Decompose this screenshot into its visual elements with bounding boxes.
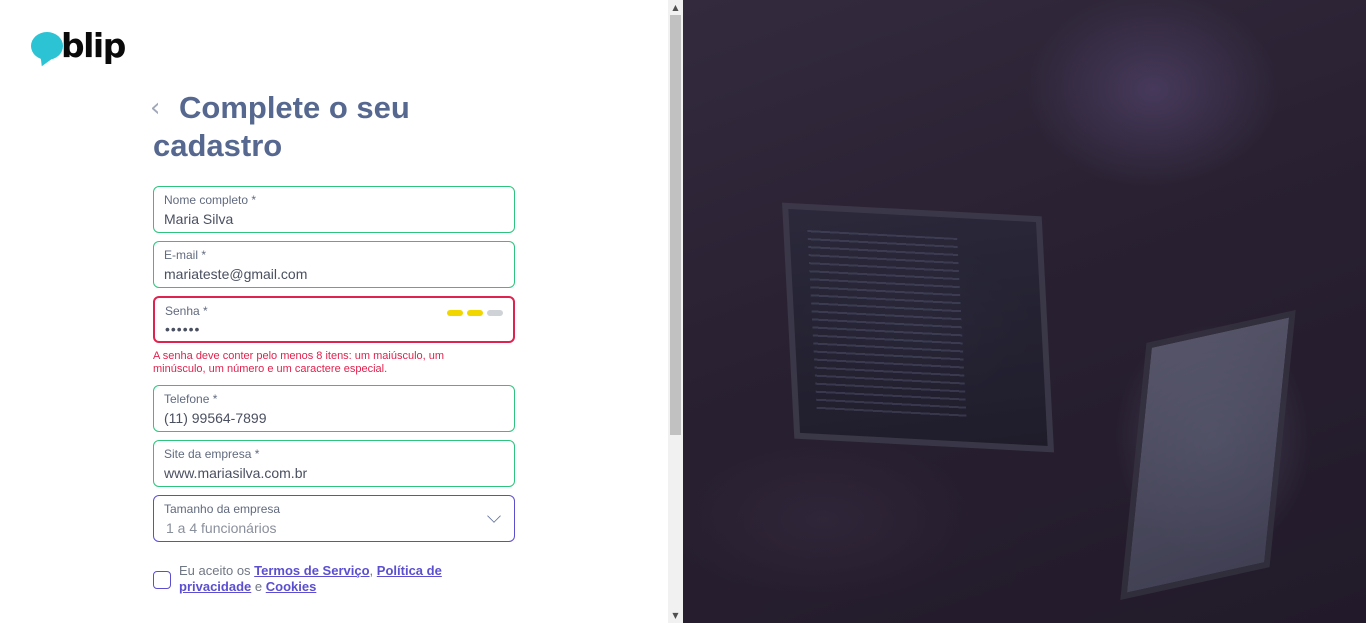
password-input[interactable]: ••••••	[165, 321, 200, 337]
company-size-label: Tamanho da empresa	[164, 502, 281, 516]
scroll-down-arrow-icon[interactable]: ▼	[668, 608, 683, 623]
phone-field[interactable]: Telefone * (11) 99564-7899	[153, 385, 515, 432]
cookies-link[interactable]: Cookies	[266, 579, 317, 594]
phone-label: Telefone *	[164, 392, 218, 406]
strength-segment-1	[447, 310, 463, 316]
terms-of-service-link[interactable]: Termos de Serviço	[254, 563, 369, 578]
company-size-value[interactable]: 1 a 4 funcionários	[166, 520, 277, 536]
logo-text: blip	[61, 26, 126, 65]
email-field[interactable]: E-mail * mariateste@gmail.com	[153, 241, 515, 288]
company-size-select[interactable]: Tamanho da empresa 1 a 4 funcionários	[153, 495, 515, 542]
phone-input[interactable]: (11) 99564-7899	[164, 410, 266, 426]
form-panel: blip ‹ Complete o seu cadastro Nome comp…	[0, 0, 668, 623]
password-field[interactable]: Senha * ••••••	[153, 296, 515, 343]
image-overlay	[683, 0, 1366, 623]
password-strength-meter	[447, 310, 503, 316]
email-label: E-mail *	[164, 248, 207, 262]
full-name-field[interactable]: Nome completo * Maria Silva	[153, 186, 515, 233]
chevron-down-icon[interactable]	[487, 509, 501, 523]
page-title-line1: Complete o seu	[179, 90, 410, 125]
full-name-label: Nome completo *	[164, 193, 257, 207]
scroll-up-arrow-icon[interactable]: ▲	[668, 0, 683, 15]
hero-background-image	[683, 0, 1366, 623]
terms-and: e	[254, 579, 263, 594]
scrollbar-thumb[interactable]	[670, 15, 681, 435]
speech-bubble-icon	[31, 32, 63, 60]
strength-segment-2	[467, 310, 483, 316]
password-error-message: A senha deve conter pelo menos 8 itens: …	[153, 350, 445, 375]
strength-segment-3	[487, 310, 503, 316]
terms-prefix: Eu aceito os	[179, 563, 251, 578]
company-site-field[interactable]: Site da empresa * www.mariasilva.com.br	[153, 440, 515, 487]
email-input[interactable]: mariateste@gmail.com	[164, 266, 307, 282]
page-scrollbar[interactable]: ▲ ▼	[668, 0, 683, 623]
company-site-input[interactable]: www.mariasilva.com.br	[164, 465, 307, 481]
terms-checkbox[interactable]	[153, 571, 171, 589]
terms-separator: ,	[369, 563, 374, 578]
full-name-input[interactable]: Maria Silva	[164, 211, 233, 227]
blip-logo[interactable]: blip	[31, 26, 126, 66]
terms-text: Eu aceito os Termos de Serviço, Política…	[179, 563, 489, 595]
company-site-label: Site da empresa *	[164, 447, 260, 461]
page-title: Complete o seu cadastro	[153, 89, 473, 165]
password-label: Senha *	[165, 304, 208, 318]
page-title-line2: cadastro	[153, 128, 283, 163]
